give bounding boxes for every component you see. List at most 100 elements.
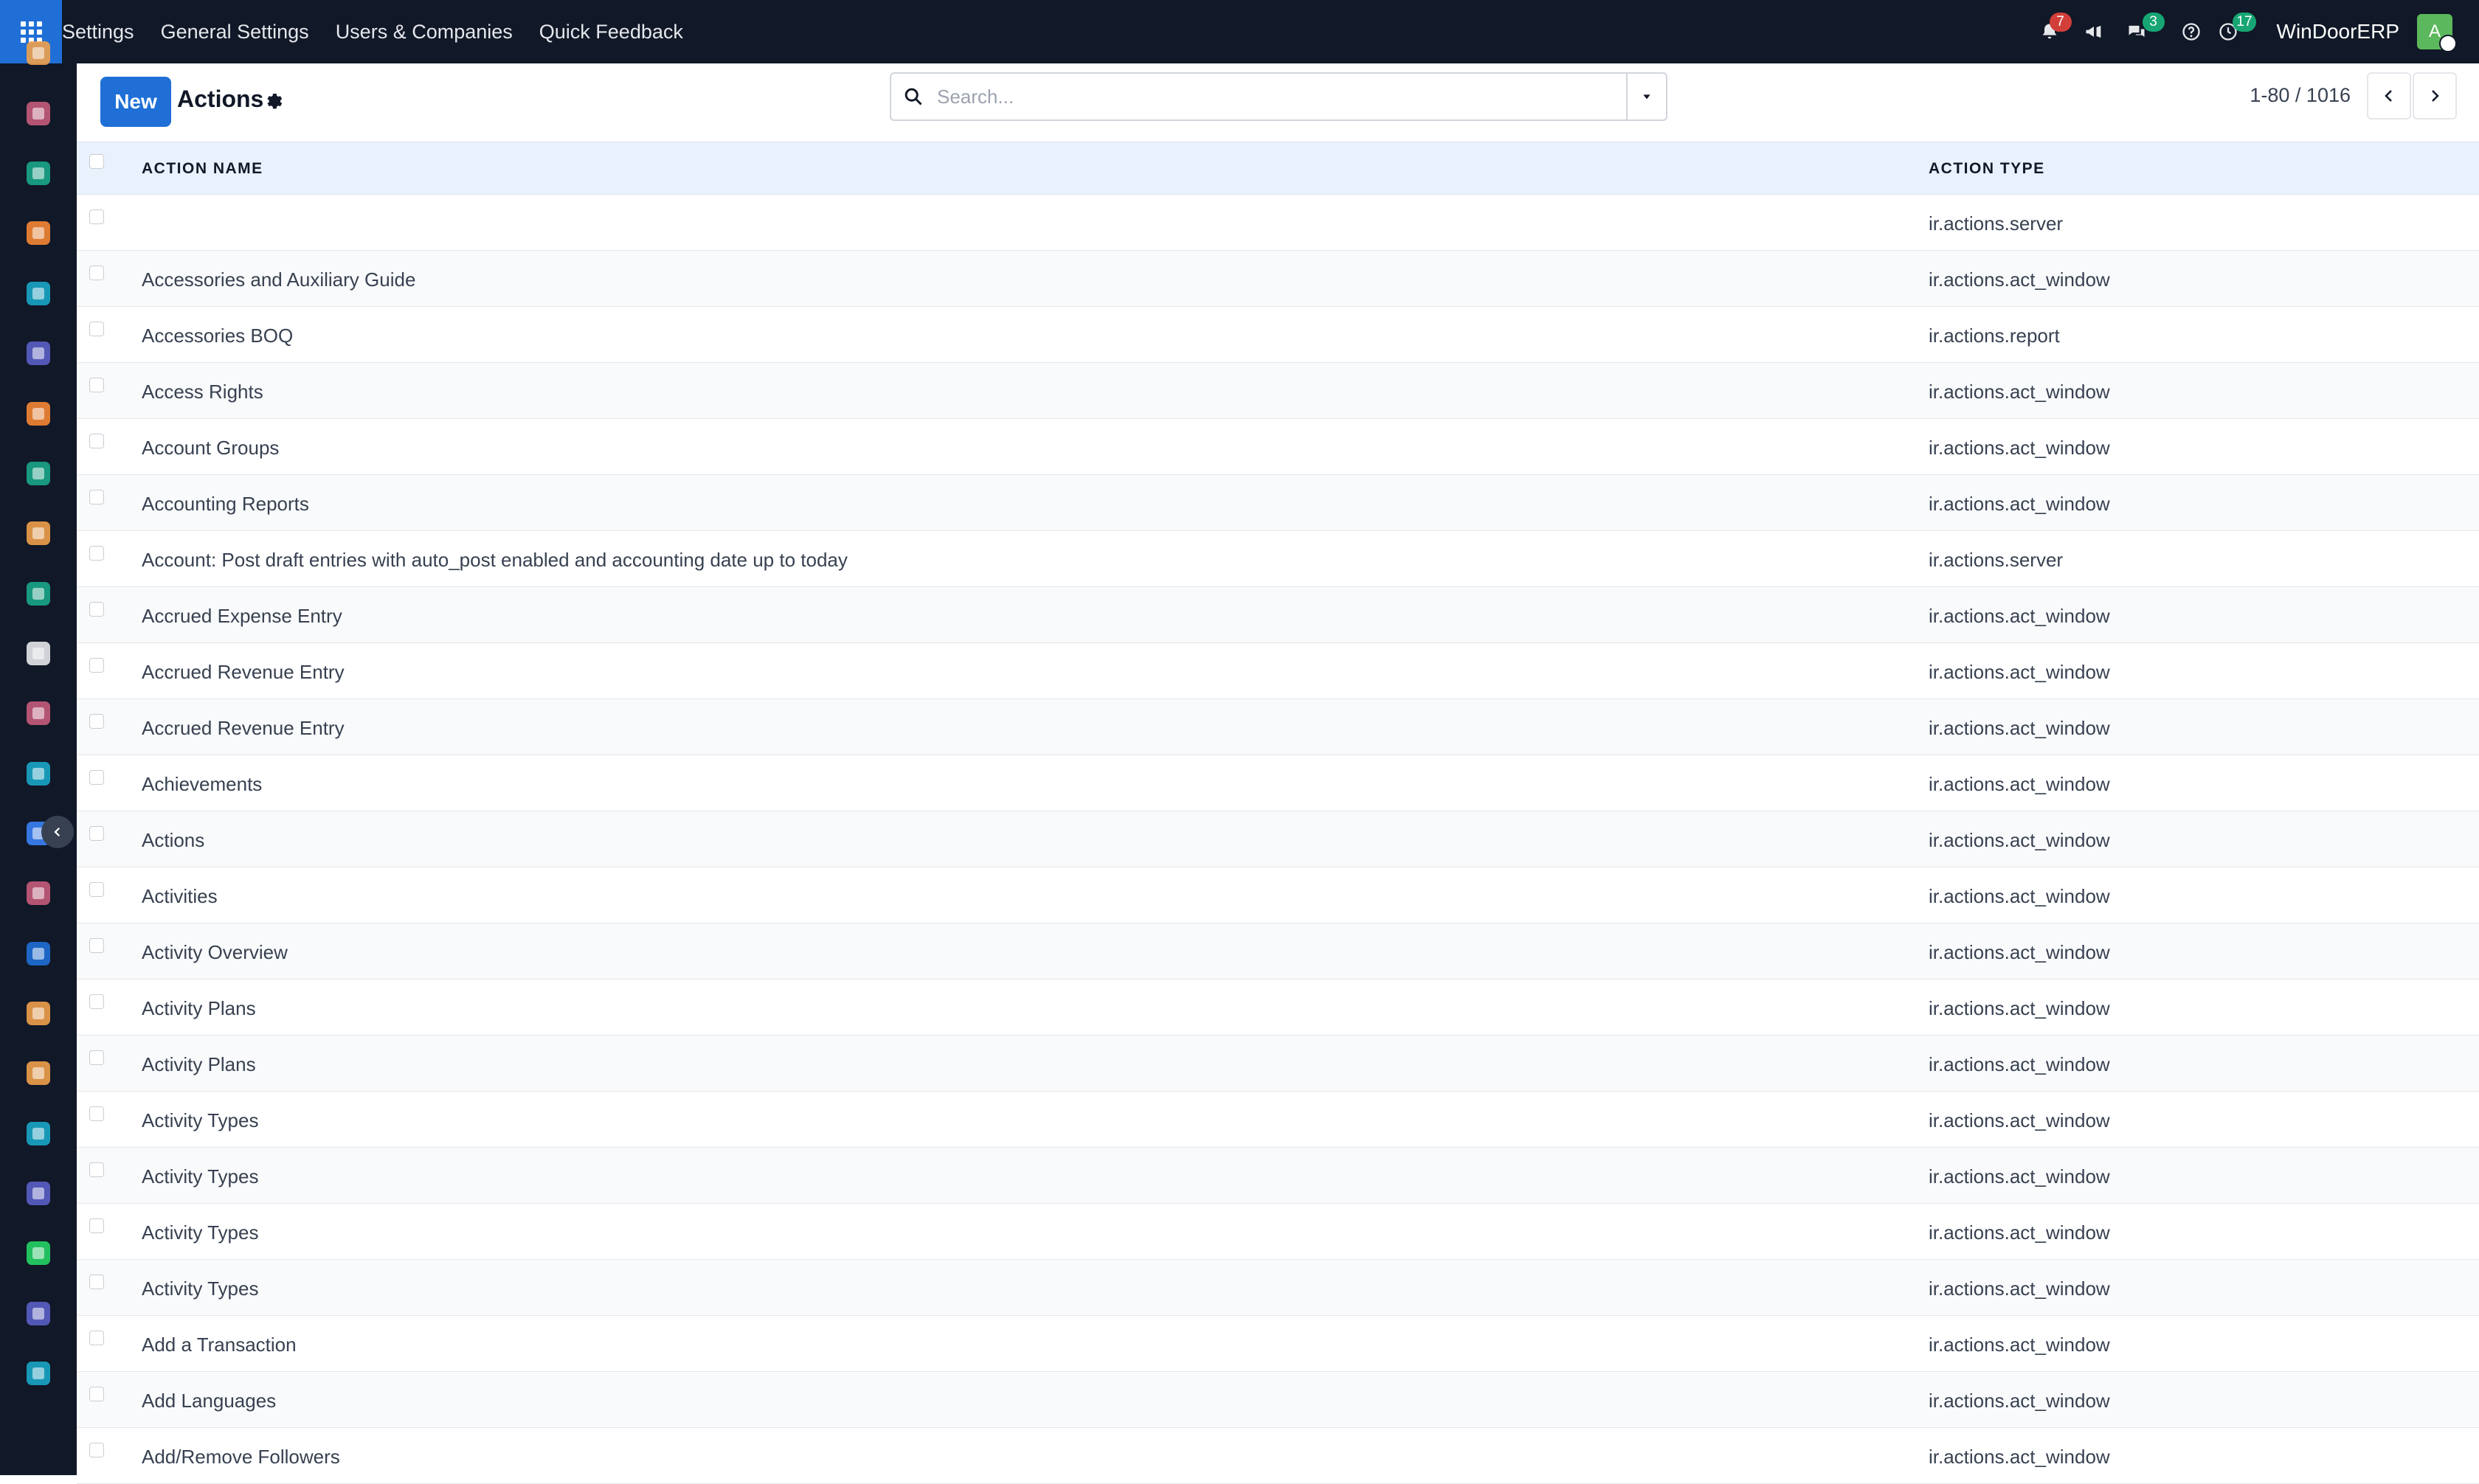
table-row[interactable]: Actions ir.actions.act_window [77, 811, 2479, 867]
cell-action-type: ir.actions.act_window [1929, 493, 2110, 515]
sign-icon[interactable] [24, 279, 53, 308]
table-row[interactable]: Add a Transaction ir.actions.act_window [77, 1316, 2479, 1372]
row-checkbox[interactable] [89, 490, 104, 505]
cell-action-type: ir.actions.act_window [1929, 1221, 2110, 1244]
apps-icon[interactable] [24, 698, 53, 728]
table-row[interactable]: Activity Plans ir.actions.act_window [77, 1036, 2479, 1092]
row-checkbox[interactable] [89, 602, 104, 617]
row-checkbox[interactable] [89, 714, 104, 729]
table-row[interactable]: Activity Plans ir.actions.act_window [77, 979, 2479, 1036]
row-checkbox[interactable] [89, 826, 104, 841]
menu-users-companies[interactable]: Users & Companies [322, 21, 526, 44]
row-checkbox[interactable] [89, 546, 104, 561]
cell-action-name: Activity Types [142, 1165, 259, 1187]
menu-settings[interactable]: Settings [62, 21, 148, 44]
table-row[interactable]: Accessories and Auxiliary Guide ir.action… [77, 251, 2479, 307]
search-options-toggle[interactable] [1626, 74, 1666, 119]
row-checkbox[interactable] [89, 1443, 104, 1457]
email-marketing-icon[interactable] [24, 339, 53, 368]
table-row[interactable]: Access Rights ir.actions.act_window [77, 363, 2479, 419]
table-row[interactable]: Accounting Reports ir.actions.act_window [77, 475, 2479, 531]
chat-icon[interactable] [24, 399, 53, 429]
project-icon[interactable] [24, 459, 53, 488]
table-row[interactable]: Add/Remove Followers ir.actions.act_windo… [77, 1428, 2479, 1484]
table-row[interactable]: Activity Overview ir.actions.act_window [77, 923, 2479, 979]
row-checkbox[interactable] [89, 994, 104, 1009]
row-checkbox[interactable] [89, 1331, 104, 1345]
company-switcher[interactable]: WinDoorERP [2277, 20, 2399, 44]
row-checkbox[interactable] [89, 322, 104, 336]
table-row[interactable]: Accrued Revenue Entry ir.actions.act_wind… [77, 643, 2479, 699]
row-checkbox[interactable] [89, 266, 104, 280]
pager-next-button[interactable] [2413, 72, 2457, 119]
help-button[interactable] [2174, 14, 2209, 49]
row-checkbox[interactable] [89, 209, 104, 224]
apps-store-icon[interactable] [24, 99, 53, 128]
gear-icon[interactable] [263, 90, 283, 111]
sign-pen-icon[interactable] [24, 1119, 53, 1148]
team-icon[interactable] [24, 999, 53, 1028]
pager-value[interactable]: 1-80 / 1016 [2250, 84, 2351, 107]
select-all-checkbox[interactable] [89, 154, 104, 169]
timesheet-icon[interactable] [24, 1299, 53, 1328]
new-button[interactable]: New [100, 77, 171, 127]
column-header-action-name[interactable]: ACTION NAME [142, 160, 263, 178]
whatsapp-icon[interactable] [24, 1238, 53, 1268]
row-checkbox[interactable] [89, 1387, 104, 1401]
announcements-button[interactable] [2076, 14, 2112, 49]
row-checkbox[interactable] [89, 658, 104, 673]
contacts-icon[interactable] [24, 159, 53, 188]
employees-icon[interactable] [24, 579, 53, 608]
row-checkbox[interactable] [89, 770, 104, 785]
table-row[interactable]: Activity Types ir.actions.act_window [77, 1260, 2479, 1316]
table-row[interactable]: Achievements ir.actions.act_window [77, 755, 2479, 811]
cell-action-name: Activity Types [142, 1109, 259, 1131]
notifications-badge: 7 [2049, 13, 2072, 32]
table-row[interactable]: Account Groups ir.actions.act_window [77, 419, 2479, 475]
cell-action-type: ir.actions.act_window [1929, 717, 2110, 739]
user-avatar[interactable]: A [2417, 14, 2457, 52]
row-checkbox[interactable] [89, 1218, 104, 1233]
row-checkbox[interactable] [89, 434, 104, 448]
notifications-button[interactable]: 7 [2032, 13, 2072, 49]
dashboard-icon[interactable] [24, 519, 53, 548]
row-checkbox[interactable] [89, 1050, 104, 1065]
discuss-icon[interactable] [24, 218, 53, 248]
row-checkbox[interactable] [89, 1106, 104, 1121]
table-row[interactable]: Activity Types ir.actions.act_window [77, 1204, 2479, 1260]
calendar-icon[interactable] [24, 1058, 53, 1088]
reporting-icon[interactable] [24, 38, 53, 68]
table-row[interactable]: Accrued Expense Entry ir.actions.act_wind… [77, 587, 2479, 643]
table-row[interactable]: Activity Types ir.actions.act_window [77, 1092, 2479, 1148]
row-checkbox[interactable] [89, 378, 104, 392]
column-header-action-type[interactable]: ACTION TYPE [1929, 160, 2045, 178]
cell-action-name: Add a Transaction [142, 1334, 297, 1356]
table-row[interactable]: Activities ir.actions.act_window [77, 867, 2479, 923]
table-row[interactable]: Accrued Revenue Entry ir.actions.act_wind… [77, 699, 2479, 755]
modules-icon[interactable] [24, 878, 53, 908]
table-row[interactable]: Activity Types ir.actions.act_window [77, 1148, 2479, 1204]
menu-quick-feedback[interactable]: Quick Feedback [526, 21, 696, 44]
row-checkbox[interactable] [89, 882, 104, 897]
sync-icon[interactable] [24, 1359, 53, 1388]
table-row[interactable]: Account: Post draft entries with auto_po… [77, 531, 2479, 587]
pager-previous-button[interactable] [2367, 72, 2411, 119]
todo-icon[interactable] [24, 759, 53, 788]
inventory-icon[interactable] [24, 639, 53, 668]
cell-action-name: Actions [142, 829, 205, 851]
row-checkbox[interactable] [89, 1162, 104, 1177]
sidebar-collapse-button[interactable] [41, 816, 74, 848]
messages-button[interactable]: 3 [2119, 13, 2165, 49]
row-checkbox[interactable] [89, 1275, 104, 1289]
row-checkbox[interactable] [89, 938, 104, 953]
cell-action-type: ir.actions.act_window [1929, 1053, 2110, 1075]
menu-general-settings[interactable]: General Settings [148, 21, 322, 44]
invoicing-icon[interactable] [24, 939, 53, 968]
activities-button[interactable]: 17 [2210, 13, 2256, 49]
table-row[interactable]: ir.actions.server [77, 195, 2479, 251]
layout-icon[interactable] [24, 1179, 53, 1208]
table-row[interactable]: Accessories BOQ ir.actions.report [77, 307, 2479, 363]
table-row[interactable]: Add Languages ir.actions.act_window [77, 1372, 2479, 1428]
chevron-left-icon [54, 827, 60, 837]
search-input[interactable] [936, 84, 1626, 109]
